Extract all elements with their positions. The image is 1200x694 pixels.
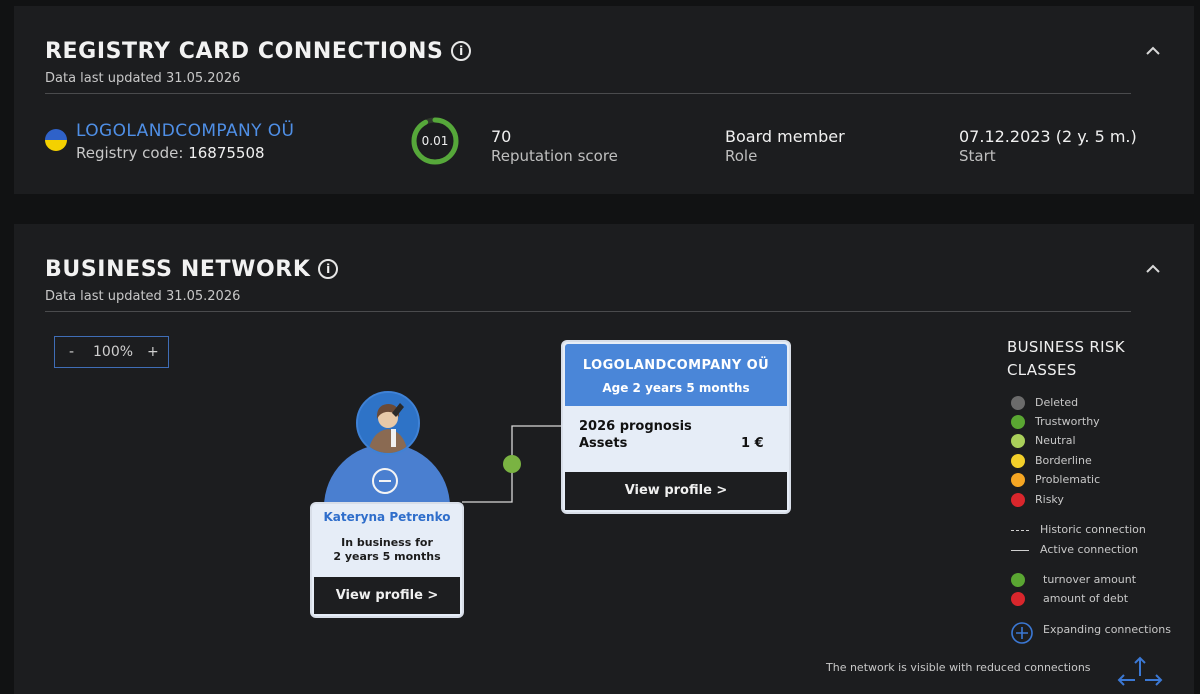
problematic-dot-icon (1011, 473, 1025, 487)
neutral-dot-icon (1011, 434, 1025, 448)
debt-legend-dot-icon (1011, 592, 1025, 606)
network-divider (45, 311, 1131, 312)
company-age: Age 2 years 5 months (602, 381, 750, 395)
collapse-chevron-up-icon[interactable] (1145, 261, 1161, 277)
legend-neutral-label: Neutral (1035, 434, 1076, 447)
legend-historic-label: Historic connection (1040, 523, 1146, 536)
score-ring-value: 0.01 (421, 134, 449, 148)
person-since-line2: 2 years 5 months (333, 550, 441, 563)
start-value: 07.12.2023 (2 y. 5 m.) (959, 127, 1137, 146)
reputation-score-label: Reputation score (491, 147, 618, 165)
zoom-level: 100% (93, 344, 134, 360)
registry-updated-text: Data last updated 31.05.2026 (45, 71, 241, 86)
risk-legend-title: BUSINESS RISK CLASSES (1007, 336, 1125, 382)
role-label: Role (725, 147, 758, 165)
assets-label: Assets (579, 436, 628, 451)
legend-turnover-label: turnover amount (1043, 573, 1137, 586)
network-title-text: BUSINESS NETWORK (45, 257, 311, 282)
expand-arrows-icon[interactable] (1117, 656, 1163, 686)
turnover-legend-dot-icon (1011, 573, 1025, 587)
deleted-dot-icon (1011, 396, 1025, 410)
legend-deleted-label: Deleted (1035, 396, 1079, 409)
risky-dot-icon (1011, 493, 1025, 507)
legend-title-line2: CLASSES (1007, 361, 1077, 379)
avatar[interactable] (356, 391, 420, 455)
reputation-score-value: 70 (491, 127, 512, 146)
registry-code-value: 16875508 (188, 144, 265, 162)
borderline-dot-icon (1011, 454, 1025, 468)
legend-problematic-label: Problematic (1035, 473, 1101, 486)
info-icon[interactable]: i (318, 259, 339, 279)
company-name-link[interactable]: LOGOLANDCOMPANY OÜ (76, 121, 294, 141)
person-avatar-icon (358, 393, 418, 453)
company-view-profile-button[interactable]: View profile > (565, 472, 787, 510)
person-business-duration: In business for 2 years 5 months (312, 536, 462, 564)
collapse-node-icon[interactable] (372, 468, 398, 494)
company-node-name[interactable]: LOGOLANDCOMPANY OÜ (565, 358, 787, 373)
company-card-header: LOGOLANDCOMPANY OÜ Age 2 years 5 months (565, 344, 787, 406)
dashed-line-icon (1011, 530, 1029, 531)
start-label: Start (959, 147, 996, 165)
info-icon[interactable]: i (451, 41, 472, 61)
person-card: Kateryna Petrenko In business for 2 year… (312, 504, 462, 616)
reduced-connections-note: The network is visible with reduced conn… (826, 661, 1091, 674)
legend-debt-label: amount of debt (1043, 592, 1129, 605)
registry-title-text: REGISTRY CARD CONNECTIONS (45, 39, 444, 64)
legend-expanding-label: Expanding connections (1043, 623, 1171, 636)
prognosis-label: 2026 prognosis (579, 419, 692, 434)
expand-plus-icon (1011, 622, 1033, 644)
business-network-panel: BUSINESS NETWORK i Data last updated 31.0… (14, 224, 1194, 694)
legend-title-line1: BUSINESS RISK (1007, 338, 1125, 356)
legend-risky-label: Risky (1035, 493, 1064, 506)
company-card: LOGOLANDCOMPANY OÜ Age 2 years 5 months … (563, 342, 789, 512)
person-view-profile-button[interactable]: View profile > (314, 577, 460, 614)
network-updated-text: Data last updated 31.05.2026 (45, 289, 241, 304)
assets-value: 1 € (741, 436, 764, 451)
registry-card-panel: REGISTRY CARD CONNECTIONS i Data last upd… (14, 6, 1194, 194)
person-since-line1: In business for (341, 536, 433, 549)
network-section-title: BUSINESS NETWORK i (45, 257, 339, 282)
registry-code-label: Registry code: (76, 144, 184, 162)
legend-active-label: Active connection (1040, 543, 1139, 556)
registry-divider (45, 93, 1131, 94)
ukraine-flag-icon (45, 129, 67, 151)
legend-borderline-label: Borderline (1035, 454, 1092, 467)
person-name[interactable]: Kateryna Petrenko (312, 510, 462, 524)
role-value: Board member (725, 127, 845, 146)
trustworthy-dot-icon (1011, 415, 1025, 429)
solid-line-icon (1011, 550, 1029, 551)
zoom-in-button[interactable]: + (147, 344, 159, 360)
zoom-control: - 100% + (54, 336, 169, 368)
registry-code: Registry code: 16875508 (76, 144, 265, 162)
zoom-out-button[interactable]: - (69, 344, 74, 360)
registry-section-title: REGISTRY CARD CONNECTIONS i (45, 39, 472, 64)
legend-trustworthy-label: Trustworthy (1035, 415, 1100, 428)
collapse-chevron-up-icon[interactable] (1145, 43, 1161, 59)
turnover-dot-icon[interactable] (503, 455, 521, 473)
